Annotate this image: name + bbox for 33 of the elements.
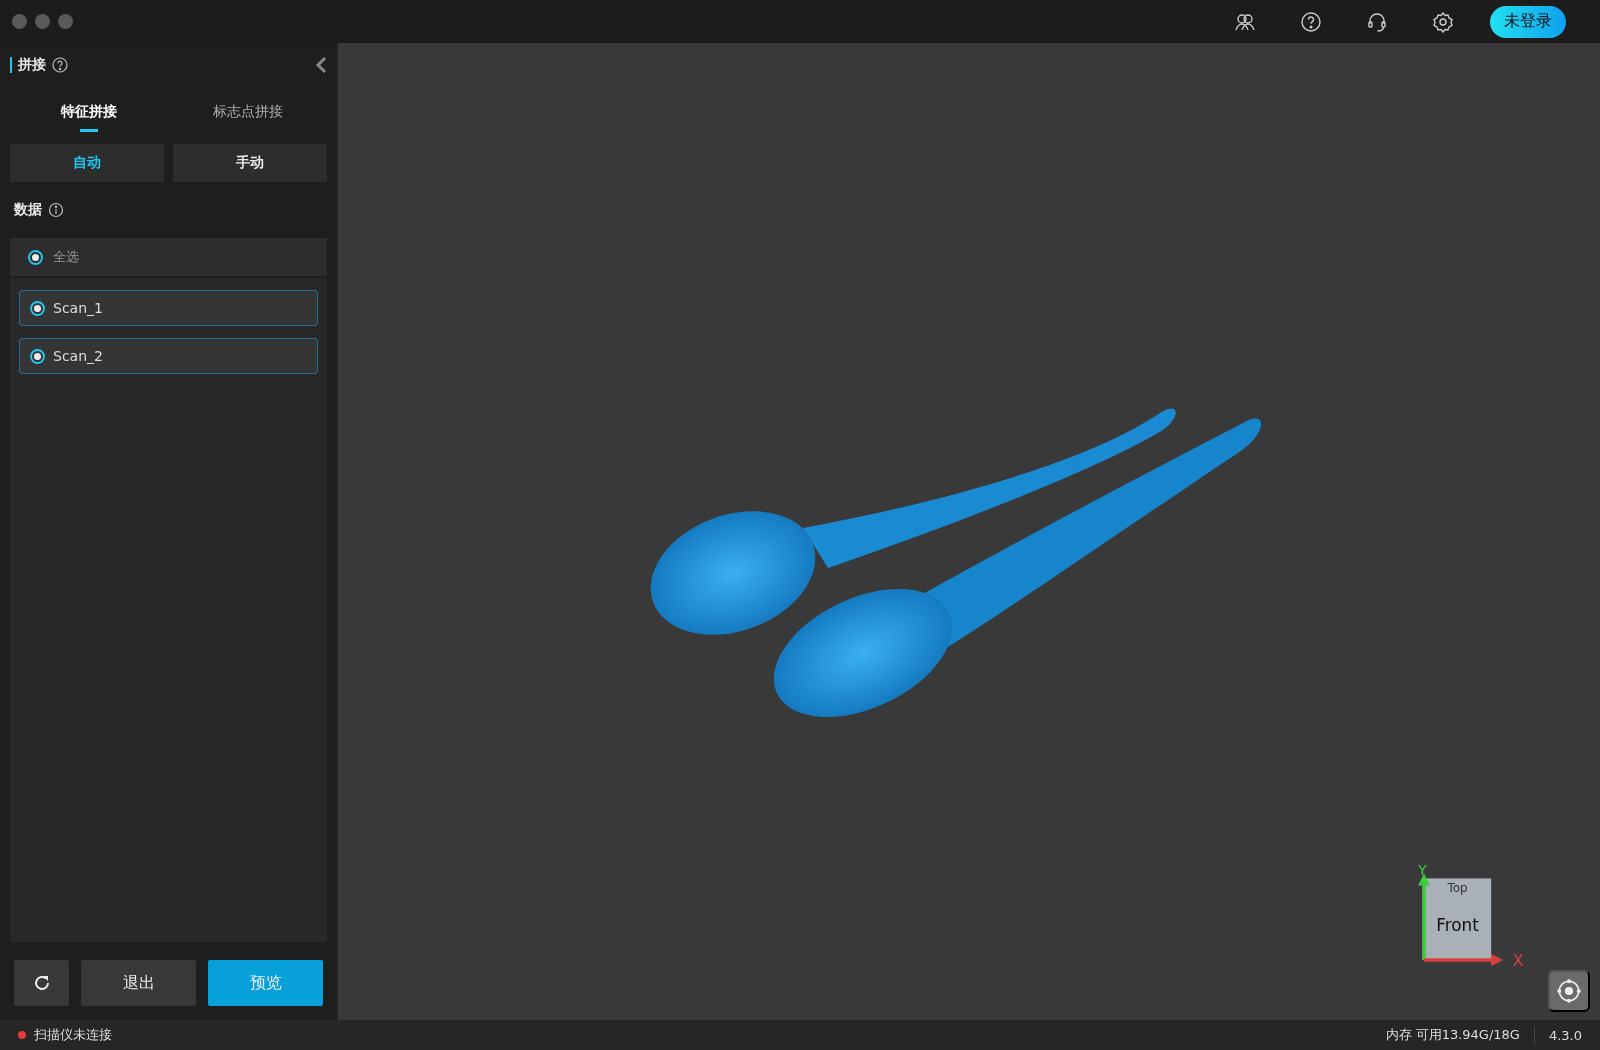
recenter-button[interactable]	[1548, 970, 1590, 1012]
select-all-radio[interactable]	[28, 249, 43, 265]
select-all-label[interactable]: 全选	[53, 248, 79, 266]
scan-item[interactable]: Scan_2	[19, 338, 318, 374]
tab[interactable]: 标志点拼接	[168, 87, 327, 142]
window-control-dot[interactable]	[58, 14, 73, 29]
exit-button[interactable]: 退出	[81, 960, 197, 1006]
memory-status: 内存 可用13.94G/18G	[1385, 1026, 1520, 1044]
info-icon[interactable]	[48, 202, 64, 218]
window-control-dot[interactable]	[35, 14, 50, 29]
scan-radio[interactable]	[30, 348, 45, 364]
connection-status: 扫描仪未连接	[34, 1026, 112, 1044]
mode-button[interactable]: 手动	[173, 144, 327, 182]
login-button[interactable]: 未登录	[1490, 5, 1566, 38]
mode-button[interactable]: 自动	[10, 144, 164, 182]
status-dot	[18, 1031, 26, 1039]
scan-label: Scan_2	[53, 348, 103, 364]
axis-gizmo-drawing[interactable]: Top Front X Y	[1400, 864, 1532, 978]
tab[interactable]: 特征拼接	[10, 87, 169, 142]
collapse-icon[interactable]	[315, 56, 327, 74]
scan-item[interactable]: Scan_1	[19, 290, 318, 326]
version-label: 4.3.0	[1548, 1027, 1582, 1043]
help-icon[interactable]	[1300, 10, 1322, 33]
section-title: 数据	[14, 201, 42, 219]
refresh-button[interactable]	[14, 960, 70, 1006]
refresh-icon	[32, 974, 51, 992]
window-control-dot[interactable]	[12, 14, 27, 29]
headset-icon[interactable]	[1366, 10, 1388, 33]
panel-title: 拼接	[18, 56, 46, 74]
scan-label: Scan_1	[53, 300, 103, 316]
scan-radio[interactable]	[30, 300, 45, 316]
help-icon[interactable]	[52, 57, 68, 73]
settings-icon[interactable]	[1432, 10, 1454, 33]
